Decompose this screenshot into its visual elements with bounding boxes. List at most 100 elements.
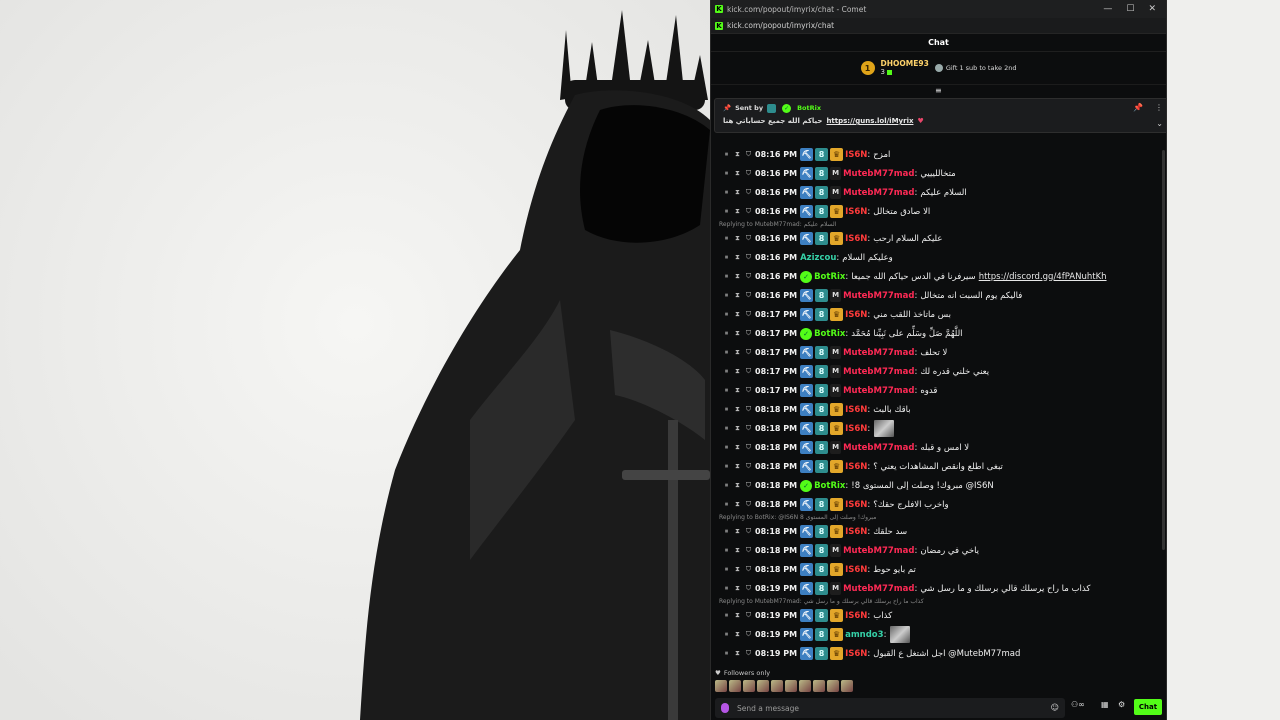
pin-message-icon[interactable]: ⏸ (721, 565, 732, 574)
pin-message-icon[interactable]: ⏸ (721, 150, 732, 159)
pin-message-icon[interactable]: ⏸ (721, 443, 732, 452)
pin-message-icon[interactable]: ⏸ (721, 527, 732, 536)
emoji-icon[interactable]: ☺ (1051, 703, 1059, 712)
chat-message[interactable]: ⏸ ⧗ ⛉ 08:17 PM ✓ BotRix: اللَّهُمَّ صَلِّ وسَل… (711, 324, 1166, 343)
emote-button[interactable] (813, 680, 825, 692)
pin-message-icon[interactable]: ⏸ (721, 546, 732, 555)
message-username[interactable]: BotRix (814, 272, 845, 282)
chat-message[interactable]: ⏸ ⧗ ⛉ 08:19 PM ⛏ 8 ♛ IS6N: كذاب (711, 606, 1166, 625)
pin-message-icon[interactable]: ⏸ (721, 188, 732, 197)
pin-message-icon[interactable]: ⏸ (721, 405, 732, 414)
timeout-icon[interactable]: ⧗ (732, 565, 743, 574)
message-username[interactable]: MutebM77mad (843, 291, 914, 301)
chat-message[interactable]: ⏸ ⧗ ⛉ 08:18 PM ⛏ 8 ♛ IS6N: باقك بالبث (711, 400, 1166, 419)
shield-icon[interactable]: ⛉ (743, 443, 754, 452)
message-username[interactable]: amndo3 (845, 630, 883, 640)
chat-scrollbar[interactable] (1162, 150, 1165, 550)
chat-message[interactable]: ⏸ ⧗ ⛉ 08:16 PM ⛏ 8 M MutebM77mad: فاليكم يوم الس… (711, 286, 1166, 305)
emote-button[interactable] (827, 680, 839, 692)
timeout-icon[interactable]: ⧗ (732, 188, 743, 197)
chat-message[interactable]: ⏸ ⧗ ⛉ 08:18 PM ⛏ 8 ♛ IS6N: سد حلقك (711, 522, 1166, 541)
timeout-icon[interactable]: ⧗ (732, 253, 743, 262)
chat-message[interactable]: ⏸ ⧗ ⛉ 08:18 PM ⛏ 8 ♛ IS6N: (711, 419, 1166, 438)
reply-reference[interactable]: Replying to BotRix: @IS6N مبروك! وصلت إل… (719, 514, 876, 521)
pin-message-icon[interactable]: ⏸ (721, 253, 732, 262)
shield-icon[interactable]: ⛉ (743, 329, 754, 338)
message-input[interactable] (737, 703, 1037, 713)
pin-message-icon[interactable]: ⏸ (721, 630, 732, 639)
shield-icon[interactable]: ⛉ (743, 527, 754, 536)
chat-message[interactable]: ⏸ ⧗ ⛉ 08:18 PM ⛏ 8 M MutebM77mad: ياخي في رمضان (711, 541, 1166, 560)
chat-message[interactable]: ⏸ ⧗ ⛉ 08:18 PM ⛏ 8 ♛ IS6N: واخرب الافلرج حقك؟ (711, 495, 1166, 514)
shield-icon[interactable]: ⛉ (743, 386, 754, 395)
gift-sub-prompt[interactable]: Gift 1 sub to take 2nd (934, 64, 1016, 72)
message-username[interactable]: IS6N (845, 234, 867, 244)
message-username[interactable]: MutebM77mad (843, 348, 914, 358)
chat-message[interactable]: ⏸ ⧗ ⛉ 08:18 PM ⛏ 8 M MutebM77mad: لا امس و قبله (711, 438, 1166, 457)
top-gifter-name[interactable]: DHOOME93 (881, 59, 929, 68)
message-username[interactable]: Azizcou (800, 253, 836, 263)
timeout-icon[interactable]: ⧗ (732, 291, 743, 300)
chat-message[interactable]: ⏸ ⧗ ⛉ 08:16 PM ⛏ 8 ♛ IS6N: عليكم السلام ارحب (711, 229, 1166, 248)
timeout-icon[interactable]: ⧗ (732, 169, 743, 178)
timeout-icon[interactable]: ⧗ (732, 348, 743, 357)
pin-message-icon[interactable]: ⏸ (721, 584, 732, 593)
shield-icon[interactable]: ⛉ (743, 207, 754, 216)
chevron-down-icon[interactable]: ⌄ (1156, 119, 1163, 128)
timeout-icon[interactable]: ⧗ (732, 424, 743, 433)
timeout-icon[interactable]: ⧗ (732, 310, 743, 319)
pin-message-icon[interactable]: ⏸ (721, 272, 732, 281)
emote-button[interactable] (715, 680, 727, 692)
timeout-icon[interactable]: ⧗ (732, 546, 743, 555)
timeout-icon[interactable]: ⧗ (732, 150, 743, 159)
reply-reference[interactable]: Replying to MutebM77mad: السلام عليكم (719, 221, 836, 228)
pin-message-icon[interactable]: ⏸ (721, 500, 732, 509)
shield-icon[interactable]: ⛉ (743, 253, 754, 262)
emote-button[interactable] (785, 680, 797, 692)
message-username[interactable]: IS6N (845, 611, 867, 621)
chat-message[interactable]: ⏸ ⧗ ⛉ 08:16 PM ⛏ 8 M MutebM77mad: متخالليييي (711, 164, 1166, 183)
shield-icon[interactable]: ⛉ (743, 424, 754, 433)
message-username[interactable]: IS6N (845, 207, 867, 217)
message-username[interactable]: IS6N (845, 649, 867, 659)
shield-icon[interactable]: ⛉ (743, 169, 754, 178)
pin-message-icon[interactable]: ⏸ (721, 234, 732, 243)
message-username[interactable]: BotRix (814, 481, 845, 491)
chat-message[interactable]: ⏸ ⧗ ⛉ 08:17 PM ⛏ 8 M MutebM77mad: يعني خلني قدره… (711, 362, 1166, 381)
chat-message[interactable]: ⏸ ⧗ ⛉ 08:19 PM ⛏ 8 ♛ IS6N: اجل اشتغل ع القبول @M… (711, 644, 1166, 663)
shield-icon[interactable]: ⛉ (743, 291, 754, 300)
timeout-icon[interactable]: ⧗ (732, 584, 743, 593)
pinned-sender[interactable]: BotRix (797, 104, 821, 112)
shield-icon[interactable]: ⛉ (743, 649, 754, 658)
chat-message[interactable]: ⏸ ⧗ ⛉ 08:19 PM ⛏ 8 ♛ amndo3: (711, 625, 1166, 644)
pin-message-icon[interactable]: ⏸ (721, 348, 732, 357)
chat-message[interactable]: ⏸ ⧗ ⛉ 08:18 PM ⛏ 8 ♛ IS6N: تبغى اطلع وانقص المشا… (711, 457, 1166, 476)
message-username[interactable]: IS6N (845, 565, 867, 575)
points-icon[interactable]: ⚇∞ (1071, 700, 1085, 709)
chat-message[interactable]: ⏸ ⧗ ⛉ 08:16 PM ⛏ 8 M MutebM77mad: السلام عليكم (711, 183, 1166, 202)
chat-message[interactable]: ⏸ ⧗ ⛉ 08:18 PM ✓ BotRix: !مبروك! وصلت إلى المس… (711, 476, 1166, 495)
pin-message-icon[interactable]: ⏸ (721, 386, 732, 395)
emote-button[interactable] (729, 680, 741, 692)
chat-message-list[interactable]: ⏸ ⧗ ⛉ 08:16 PM ⛏ 8 ♛ IS6N: امزح ⏸ ⧗ ⛉ 08:16 PM ⛏ 8 M Mut… (711, 85, 1166, 665)
minimize-button[interactable]: — (1103, 4, 1112, 14)
timeout-icon[interactable]: ⧗ (732, 234, 743, 243)
shield-icon[interactable]: ⛉ (743, 462, 754, 471)
microphone-icon[interactable] (721, 703, 729, 713)
chat-message[interactable]: ⏸ ⧗ ⛉ 08:17 PM ⛏ 8 ♛ IS6N: بس ماتاخذ اللقب مني (711, 305, 1166, 324)
shield-icon[interactable]: ⛉ (743, 367, 754, 376)
message-image-thumbnail[interactable] (890, 626, 911, 643)
shield-icon[interactable]: ⛉ (743, 481, 754, 490)
shield-icon[interactable]: ⛉ (743, 310, 754, 319)
pinned-message[interactable]: 📌 Sent by ✓ BotRix حياكم الله جميع حسابا… (714, 98, 1166, 133)
message-username[interactable]: MutebM77mad (843, 169, 914, 179)
pin-message-icon[interactable]: ⏸ (721, 169, 732, 178)
timeout-icon[interactable]: ⧗ (732, 207, 743, 216)
pin-message-icon[interactable]: ⏸ (721, 207, 732, 216)
pin-message-icon[interactable]: ⏸ (721, 481, 732, 490)
timeout-icon[interactable]: ⧗ (732, 386, 743, 395)
chat-message[interactable]: ⏸ ⧗ ⛉ 08:18 PM ⛏ 8 ♛ IS6N: تم بايو حوط (711, 560, 1166, 579)
message-username[interactable]: IS6N (845, 405, 867, 415)
unpin-icon[interactable]: 📌 (1133, 103, 1143, 112)
pin-message-icon[interactable]: ⏸ (721, 367, 732, 376)
